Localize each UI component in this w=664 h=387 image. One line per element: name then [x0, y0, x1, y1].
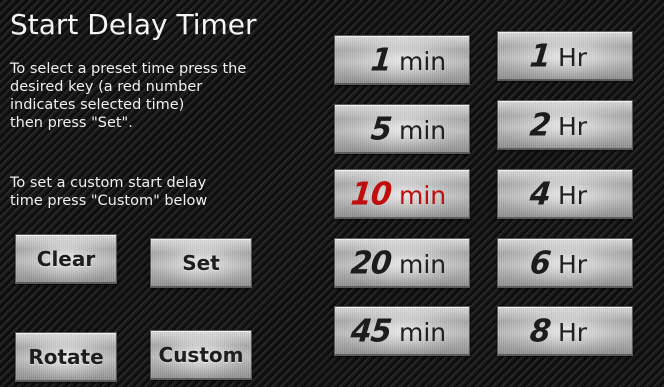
- clear-button[interactable]: Clear: [15, 234, 117, 284]
- preset-unit: Hr: [558, 112, 588, 141]
- set-button-label: Set: [182, 251, 220, 275]
- preset-unit: min: [399, 47, 447, 76]
- custom-button[interactable]: Custom: [150, 330, 252, 380]
- preset-1-min-button[interactable]: 1 min: [334, 35, 470, 85]
- rotate-button[interactable]: Rotate: [15, 332, 117, 382]
- preset-value: 1: [369, 42, 393, 79]
- preset-unit: min: [399, 181, 447, 210]
- preset-2-hr-button[interactable]: 2 Hr: [497, 100, 633, 150]
- preset-6-hr-button[interactable]: 6 Hr: [497, 238, 633, 288]
- rotate-button-label: Rotate: [28, 345, 104, 369]
- preset-unit: Hr: [558, 181, 588, 210]
- custom-instructions: To set a custom start delay time press "…: [10, 175, 208, 209]
- preset-unit: Hr: [558, 250, 588, 279]
- preset-value: 5: [369, 111, 393, 148]
- preset-4-hr-button[interactable]: 4 Hr: [497, 169, 633, 219]
- preset-5-min-button[interactable]: 5 min: [334, 104, 470, 154]
- set-button[interactable]: Set: [150, 238, 252, 288]
- preset-unit: min: [399, 116, 447, 145]
- preset-45-min-button[interactable]: 45 min: [334, 306, 470, 356]
- preset-unit: Hr: [558, 43, 588, 72]
- page-title: Start Delay Timer: [10, 8, 257, 41]
- preset-8-hr-button[interactable]: 8 Hr: [497, 306, 633, 356]
- preset-20-min-button[interactable]: 20 min: [334, 238, 470, 288]
- preset-value: 20: [349, 245, 393, 282]
- preset-unit: min: [399, 250, 447, 279]
- preset-unit: Hr: [558, 318, 588, 347]
- preset-instructions: To select a preset time press the desire…: [10, 61, 247, 131]
- preset-value: 1: [528, 38, 552, 75]
- preset-value: 6: [528, 245, 552, 282]
- preset-value: 45: [349, 313, 393, 350]
- clear-button-label: Clear: [36, 247, 96, 271]
- preset-1-hr-button[interactable]: 1 Hr: [497, 31, 633, 81]
- preset-value: 2: [528, 107, 552, 144]
- preset-unit: min: [399, 318, 447, 347]
- preset-value: 4: [528, 176, 552, 213]
- preset-value: 8: [528, 313, 552, 350]
- preset-value: 10: [349, 176, 393, 213]
- custom-button-label: Custom: [158, 343, 244, 367]
- preset-10-min-button[interactable]: 10 min: [334, 169, 470, 219]
